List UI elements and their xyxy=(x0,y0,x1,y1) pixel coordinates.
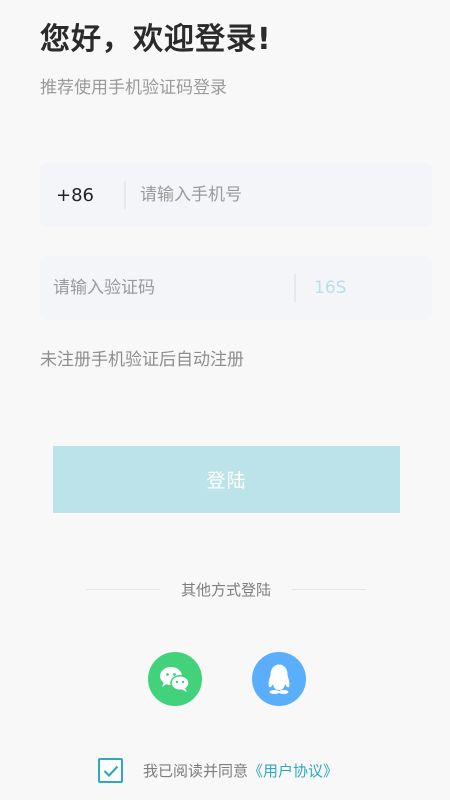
auto-register-hint: 未注册手机验证后自动注册 xyxy=(40,350,244,370)
wechat-icon xyxy=(160,667,190,692)
agreement-text: 我已阅读并同意 xyxy=(143,762,249,780)
phone-field: +86 xyxy=(40,163,432,227)
verification-code-field: 16S xyxy=(40,256,432,320)
qq-icon xyxy=(268,664,290,694)
resend-countdown-button[interactable]: 16S xyxy=(296,278,346,298)
checkmark-icon xyxy=(103,765,118,777)
divider-line-left xyxy=(86,588,160,590)
page-title: 您好，欢迎登录! xyxy=(40,22,272,57)
phone-input[interactable] xyxy=(126,163,432,227)
other-login-label: 其他方式登陆 xyxy=(180,580,271,599)
page-subtitle: 推荐使用手机验证码登录 xyxy=(40,78,227,98)
user-agreement-link[interactable]: 《用户协议》 xyxy=(248,760,338,781)
agreement-checkbox[interactable] xyxy=(98,758,123,783)
divider-line-right xyxy=(291,588,366,590)
agreement-row: 我已阅读并同意 《用户协议》 xyxy=(98,758,338,783)
login-button[interactable]: 登陆 xyxy=(53,446,400,513)
other-login-divider: 其他方式登陆 xyxy=(86,578,366,600)
country-code-selector[interactable]: +86 xyxy=(40,185,124,206)
verification-code-input[interactable] xyxy=(40,256,294,320)
qq-login-button[interactable] xyxy=(252,652,306,706)
wechat-login-button[interactable] xyxy=(148,652,202,706)
